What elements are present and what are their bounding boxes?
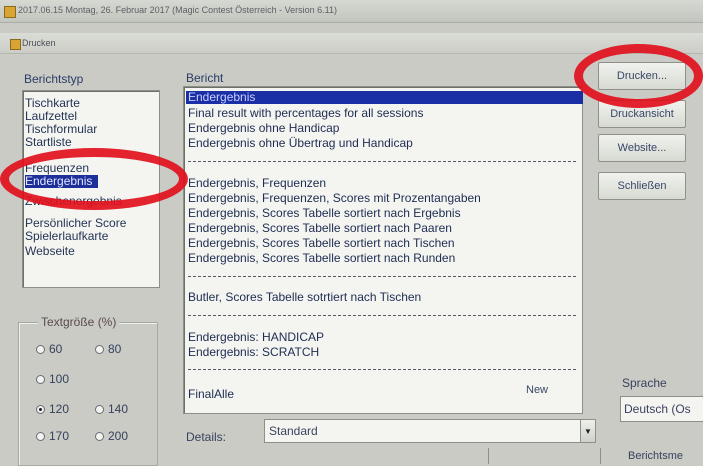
- bericht-separator: [188, 315, 576, 316]
- bericht-separator: [188, 161, 576, 162]
- website-button[interactable]: Website...: [598, 134, 686, 162]
- divider: [600, 448, 601, 464]
- sprache-dropdown[interactable]: Deutsch (Os: [620, 396, 703, 422]
- new-tag: New: [526, 384, 549, 396]
- textsize-radio-60[interactable]: 60: [36, 342, 62, 356]
- bericht-item[interactable]: Endergebnis ohne Übertrag und Handicap: [188, 137, 413, 150]
- highlight-circle: [574, 44, 703, 108]
- textsize-radio-120[interactable]: 120: [36, 402, 69, 416]
- sprache-label: Sprache: [622, 376, 667, 390]
- bericht-item[interactable]: Endergebnis ohne Handicap: [188, 122, 339, 135]
- radio-dot-icon: [95, 404, 104, 414]
- radio-dot-icon: [36, 344, 45, 354]
- radio-dot-icon: [36, 374, 45, 384]
- radio-dot-icon: [36, 431, 45, 441]
- radio-dot-icon: [95, 431, 104, 441]
- bericht-item[interactable]: Endergebnis: SCRATCH: [188, 346, 319, 359]
- sprache-value: Deutsch (Os: [624, 402, 691, 416]
- berichtstyp-item[interactable]: Spielerlaufkarte: [25, 230, 108, 243]
- bericht-item[interactable]: Endergebnis, Scores Tabelle sortiert nac…: [188, 252, 455, 265]
- bericht-label: Bericht: [186, 71, 224, 85]
- bericht-item[interactable]: Butler, Scores Tabelle sotrtiert nach Ti…: [188, 291, 421, 304]
- berichtstyp-label: Berichtstyp: [24, 72, 84, 86]
- textsize-radio-140[interactable]: 140: [95, 402, 128, 416]
- divider: [488, 448, 489, 464]
- textsize-radio-170[interactable]: 170: [36, 429, 69, 443]
- bericht-item[interactable]: Endergebnis, Scores Tabelle sortiert nac…: [188, 222, 452, 235]
- schliessen-button[interactable]: Schließen: [598, 172, 686, 200]
- details-value: Standard: [269, 424, 318, 438]
- bericht-separator: [188, 276, 576, 277]
- bericht-listbox[interactable]: Endergebnis Final result with percentage…: [183, 86, 583, 414]
- details-dropdown[interactable]: Standard ▼: [264, 419, 596, 443]
- highlight-circle: [0, 148, 188, 210]
- bericht-item[interactable]: FinalAlle: [188, 388, 234, 401]
- bericht-item[interactable]: Endergebnis, Frequenzen, Scores mit Proz…: [188, 192, 481, 205]
- berichtsmenu-label: Berichtsme: [628, 450, 684, 462]
- bericht-separator: [188, 369, 576, 370]
- bericht-item[interactable]: Endergebnis, Frequenzen: [188, 177, 326, 190]
- app-icon: [4, 6, 16, 18]
- bericht-item[interactable]: Final result with percentages for all se…: [188, 107, 423, 120]
- dialog-title: Drucken: [22, 38, 56, 48]
- details-label: Details:: [186, 430, 227, 444]
- textsize-radio-100[interactable]: 100: [36, 372, 69, 386]
- bericht-item[interactable]: Endergebnis, Scores Tabelle sortiert nac…: [188, 207, 461, 220]
- window-title: 2017.06.15 Montag, 26. Februar 2017 (Mag…: [18, 5, 338, 15]
- textsize-radio-80[interactable]: 80: [95, 342, 121, 356]
- textgroesse-label: Textgröße (%): [38, 315, 120, 329]
- textsize-radio-200[interactable]: 200: [95, 429, 128, 443]
- radio-dot-icon: [95, 344, 104, 354]
- bericht-item[interactable]: Endergebnis, Scores Tabelle sortiert nac…: [188, 237, 455, 250]
- berichtstyp-item[interactable]: Webseite: [25, 245, 75, 258]
- window-title-bar: 2017.06.15 Montag, 26. Februar 2017 (Mag…: [0, 0, 703, 23]
- berichtstyp-item[interactable]: Startliste: [25, 136, 72, 149]
- bericht-item[interactable]: Endergebnis: HANDICAP: [188, 331, 324, 344]
- bericht-item-selected[interactable]: Endergebnis: [186, 91, 583, 104]
- dialog-icon: [10, 39, 21, 50]
- chevron-down-icon[interactable]: ▼: [580, 420, 595, 442]
- radio-dot-checked-icon: [36, 404, 45, 414]
